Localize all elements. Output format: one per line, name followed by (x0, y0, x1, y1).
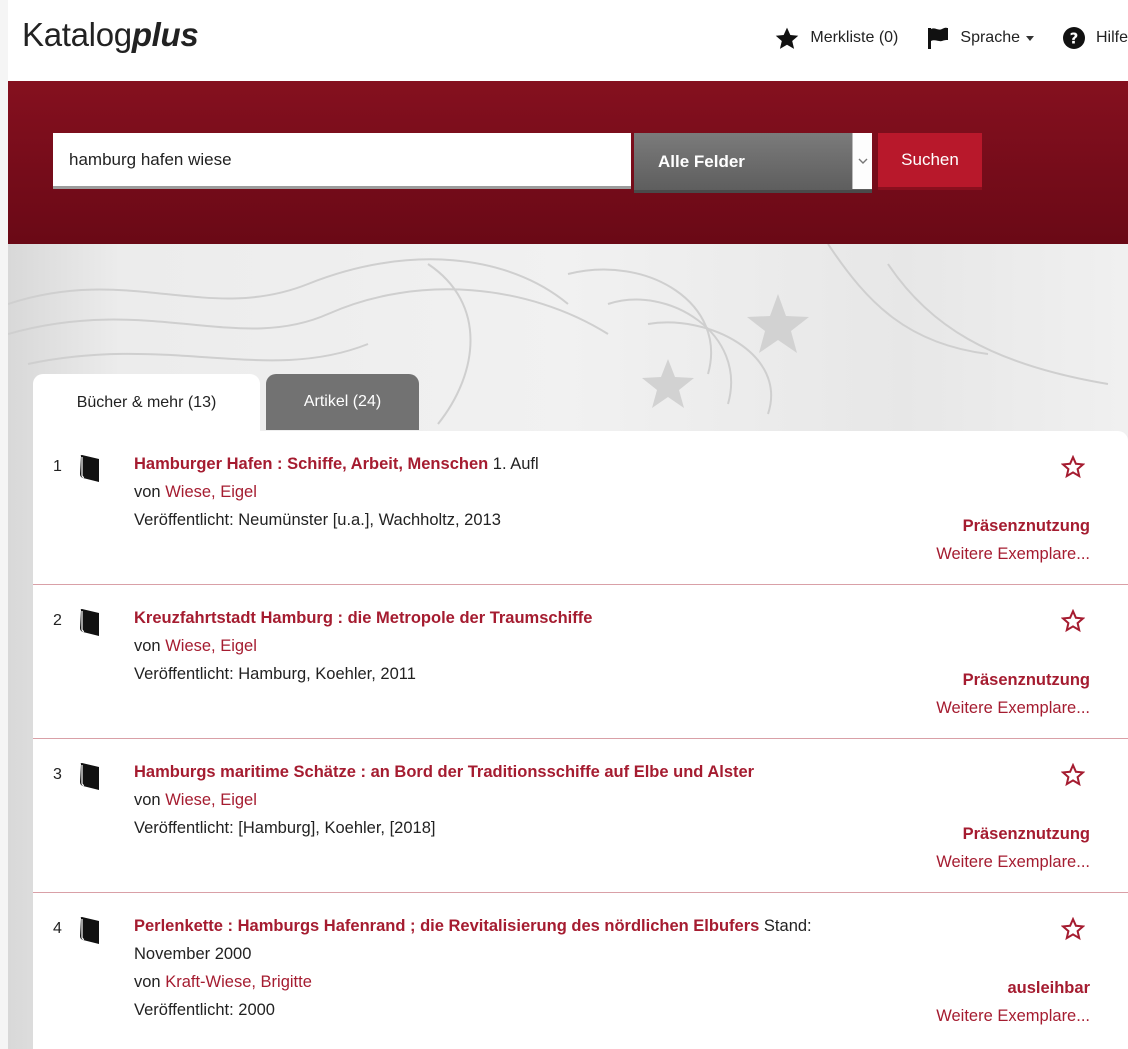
flag-icon (928, 27, 949, 49)
result-published: Veröffentlicht: Neumünster [u.a.], Wachh… (134, 511, 501, 529)
hilfe-label: Hilfe (1095, 29, 1128, 46)
top-bar: Katalogplus Merkliste (0) Sprache ? Hilf… (8, 0, 1128, 81)
sprache-label: Sprache (960, 29, 1020, 46)
sprache-dropdown[interactable]: Sprache (926, 26, 1034, 50)
result-author-link[interactable]: Wiese, Eigel (165, 483, 257, 501)
result-item: 2 Kreuzfahrtstadt Hamburg : die Metropol… (33, 585, 1128, 739)
result-title-link[interactable]: Kreuzfahrtstadt Hamburg : die Metropole … (134, 609, 592, 627)
more-copies-link[interactable]: Weitere Exemplare... (936, 699, 1090, 718)
result-author-link[interactable]: Wiese, Eigel (165, 637, 257, 655)
result-published: Veröffentlicht: [Hamburg], Koehler, [201… (134, 819, 436, 837)
search-field-select[interactable]: Alle Felder (634, 133, 872, 193)
result-title-link[interactable]: Hamburgs maritime Schätze : an Bord der … (134, 763, 754, 781)
star-outline-icon[interactable] (1061, 609, 1085, 633)
tab-books[interactable]: Bücher & mehr (13) (33, 374, 260, 432)
result-author-link[interactable]: Wiese, Eigel (165, 791, 257, 809)
result-item: 4 Perlenkette : Hamburgs Hafenrand ; die… (33, 893, 1128, 1047)
chevron-down-icon (852, 133, 872, 189)
svg-text:?: ? (1070, 30, 1079, 48)
search-input[interactable] (53, 133, 631, 189)
result-title-link[interactable]: Hamburger Hafen : Schiffe, Arbeit, Mensc… (134, 455, 488, 473)
more-copies-link[interactable]: Weitere Exemplare... (936, 853, 1090, 872)
star-filled-icon (776, 27, 799, 49)
result-text: Kreuzfahrtstadt Hamburg : die Metropole … (134, 604, 814, 688)
result-title-link[interactable]: Perlenkette : Hamburgs Hafenrand ; die R… (134, 917, 759, 935)
brand-prefix: Katalog (22, 16, 132, 53)
result-edition: 1. Aufl (492, 455, 539, 473)
tab-articles-label: Artikel (24) (303, 393, 382, 410)
star-outline-icon[interactable] (1061, 917, 1085, 941)
result-published: Veröffentlicht: Hamburg, Koehler, 2011 (134, 665, 416, 683)
hilfe-link[interactable]: ? Hilfe (1062, 26, 1128, 50)
result-text: Hamburgs maritime Schätze : an Bord der … (134, 758, 814, 842)
tab-articles[interactable]: Artikel (24) (266, 374, 419, 430)
result-by: von (134, 483, 161, 501)
availability-status: Präsenznutzung (962, 517, 1090, 535)
availability-status: ausleihbar (1007, 979, 1090, 997)
result-number: 2 (53, 612, 62, 629)
book-icon (80, 609, 99, 636)
merkliste-label: Merkliste (0) (810, 29, 899, 46)
result-published: Veröffentlicht: 2000 (134, 1001, 275, 1019)
star-outline-icon[interactable] (1061, 455, 1085, 479)
result-number: 3 (53, 766, 62, 783)
more-copies-link[interactable]: Weitere Exemplare... (936, 1007, 1090, 1026)
availability-status: Präsenznutzung (962, 825, 1090, 843)
book-icon (80, 455, 99, 482)
result-text: Hamburger Hafen : Schiffe, Arbeit, Mensc… (134, 450, 814, 534)
search-button[interactable]: Suchen (878, 133, 982, 190)
tab-books-label: Bücher & mehr (13) (76, 394, 217, 411)
result-by: von (134, 973, 161, 991)
result-item: 3 Hamburgs maritime Schätze : an Bord de… (33, 739, 1128, 893)
more-copies-link[interactable]: Weitere Exemplare... (936, 545, 1090, 564)
result-by: von (134, 791, 161, 809)
result-author-link[interactable]: Kraft-Wiese, Brigitte (165, 973, 312, 991)
top-nav: Merkliste (0) Sprache ? Hilfe (746, 22, 1128, 54)
result-item: 1 Hamburger Hafen : Schiffe, Arbeit, Men… (33, 431, 1128, 585)
search-field-value: Alle Felder (658, 151, 745, 171)
result-by: von (134, 637, 161, 655)
result-number: 1 (53, 458, 62, 475)
help-icon: ? (1062, 27, 1085, 49)
result-number: 4 (53, 920, 62, 937)
brand-suffix: plus (131, 16, 199, 53)
merkliste-link[interactable]: Merkliste (0) (774, 26, 898, 51)
brand-logo[interactable]: Katalogplus (22, 16, 199, 54)
availability-status: Präsenznutzung (962, 671, 1090, 689)
caret-down-icon (1025, 35, 1034, 41)
results-list: 1 Hamburger Hafen : Schiffe, Arbeit, Men… (33, 431, 1128, 1049)
result-text: Perlenkette : Hamburgs Hafenrand ; die R… (134, 912, 814, 1024)
book-icon (80, 763, 99, 790)
search-hero: Alle Felder Suchen (8, 81, 1128, 244)
book-icon (80, 917, 99, 944)
star-outline-icon[interactable] (1061, 763, 1085, 787)
